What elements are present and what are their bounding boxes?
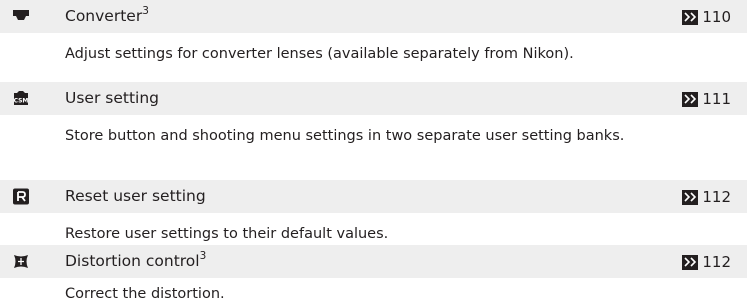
page-reference-icon [682,189,699,205]
entry-title: Distortion control3 [65,249,207,270]
entry-description: Restore user settings to their default v… [65,226,389,242]
entry-header-converter: Converter3 110 [0,0,747,33]
page-reference: 110 [682,8,731,26]
entry-header-distortion-control: Distortion control3 112 [0,245,747,278]
page-reference: 111 [682,90,731,108]
csm-user-setting-icon: CSM [14,91,29,105]
page-number: 112 [702,252,731,271]
page-reference-icon [682,91,699,107]
page-reference: 112 [682,253,731,271]
entry-description: Adjust settings for converter lenses (av… [65,46,574,62]
entry-title: Reset user setting [65,187,206,205]
page-number: 110 [702,7,731,26]
distortion-control-icon [14,255,28,268]
page-reference-icon [682,9,699,25]
entry-description: Store button and shooting menu settings … [65,128,625,144]
entry-description: Correct the distortion. [65,286,225,302]
menu-reference-list: Converter3 110 Adjust settings for conve… [0,0,747,303]
entry-header-user-setting: CSM User setting 111 [0,82,747,115]
entry-title: Converter3 [65,4,149,25]
page-reference-icon [682,254,699,270]
page-reference: 112 [682,188,731,206]
reset-r-icon [13,188,29,205]
page-number: 112 [702,187,731,206]
svg-text:CSM: CSM [14,98,29,105]
entry-title: User setting [65,89,159,107]
converter-lens-icon [13,10,29,20]
page-number: 111 [702,89,731,108]
entry-header-reset-user-setting: Reset user setting 112 [0,180,747,213]
